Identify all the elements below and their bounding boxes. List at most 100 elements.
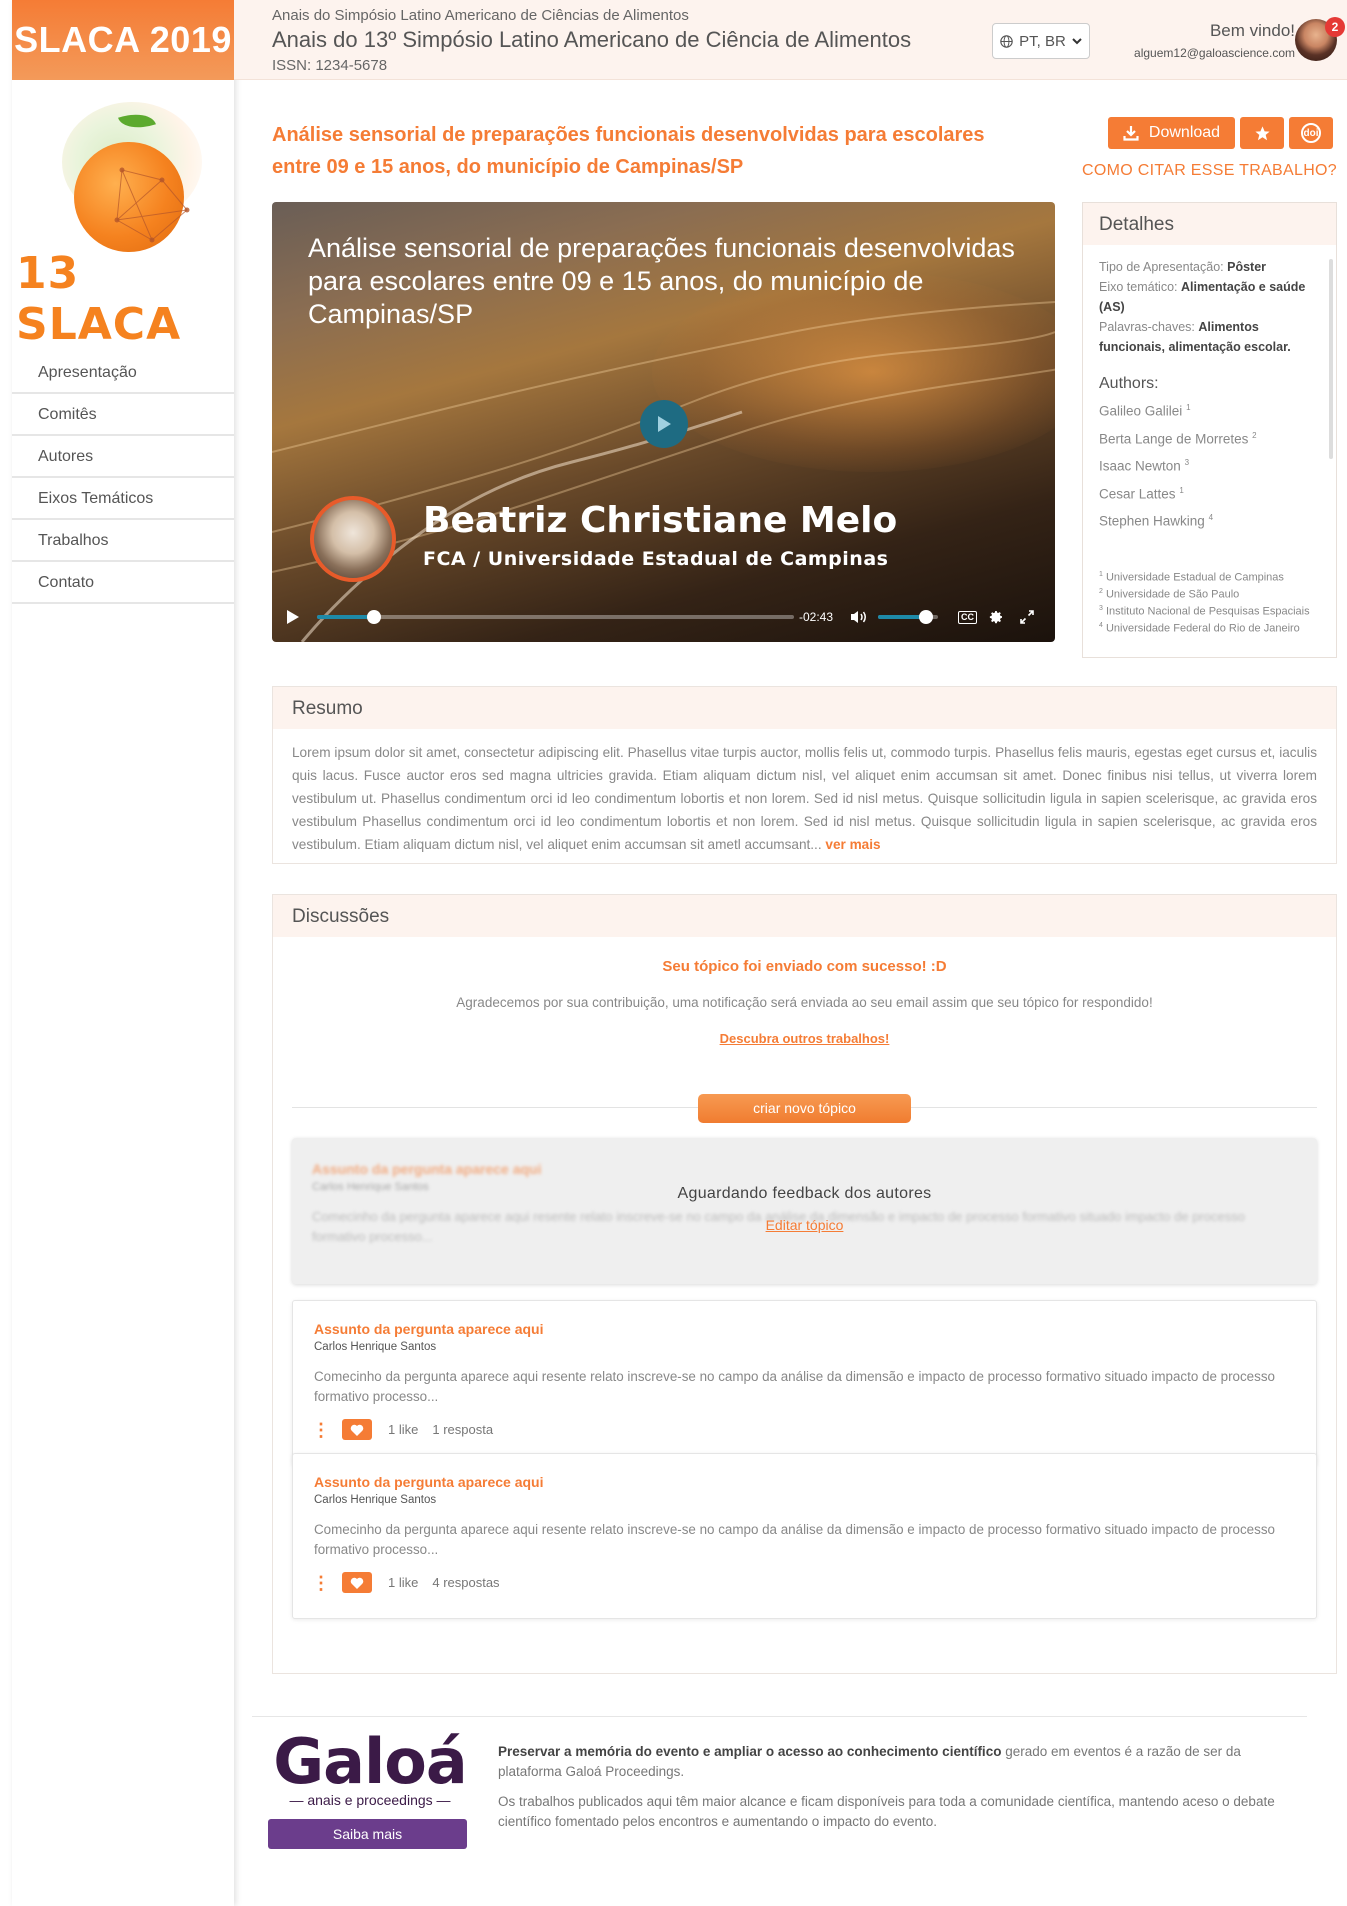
topic-author: Carlos Henrique Santos	[314, 1494, 437, 1506]
like-button[interactable]	[342, 1419, 372, 1440]
cite-link[interactable]: COMO CITAR ESSE TRABALHO?	[1082, 162, 1337, 180]
details-scrollbar[interactable]	[1329, 259, 1333, 459]
author-item[interactable]: Berta Lange de Morretes 2	[1099, 425, 1316, 450]
axis-label: Eixo temático:	[1099, 280, 1178, 294]
details-card: Detalhes Tipo de Apresentação: Pôster Ei…	[1082, 202, 1337, 658]
author-item[interactable]: Isaac Newton 3	[1099, 452, 1316, 477]
volume-slider[interactable]	[878, 610, 938, 624]
mute-button[interactable]	[850, 592, 868, 642]
welcome-greeting: Bem vindo!	[1209, 21, 1295, 40]
like-button[interactable]	[342, 1572, 372, 1593]
topic-title[interactable]: Assunto da pergunta aparece aqui	[314, 1474, 1296, 1490]
sidebar-item-eixos-tematicos[interactable]: Eixos Temáticos	[12, 478, 234, 520]
presenter-photo	[310, 496, 396, 582]
author-affiliation-ref: 2	[1252, 430, 1257, 440]
sidebar-nav: Apresentação Comitês Autores Eixos Temát…	[12, 352, 234, 604]
abstract-body: Lorem ipsum dolor sit amet, consectetur …	[292, 745, 1317, 852]
topic-title[interactable]: Assunto da pergunta aparece aqui	[314, 1321, 1296, 1337]
affiliation-item: 2 Universidade de São Paulo	[1099, 585, 1316, 602]
topic-excerpt: Comecinho da pergunta aparece aqui resen…	[314, 1369, 1275, 1404]
presenter-name: Beatriz Christiane Melo	[423, 500, 898, 541]
success-title: Seu tópico foi enviado com sucesso! :D	[662, 958, 947, 975]
progress-bar[interactable]	[317, 610, 794, 624]
topic-card[interactable]: Assunto da pergunta aparece aqui Carlos …	[292, 1300, 1317, 1466]
topic-card[interactable]: Assunto da pergunta aparece aqui Carlos …	[292, 1453, 1317, 1619]
progress-handle[interactable]	[367, 610, 382, 624]
settings-button[interactable]	[988, 592, 1004, 642]
favorite-button[interactable]	[1240, 117, 1284, 149]
brand-logo[interactable]: SLACA 2019	[12, 0, 234, 80]
author-item[interactable]: Galileo Galilei 1	[1099, 397, 1316, 422]
play-button[interactable]	[640, 400, 688, 448]
sidebar-item-apresentacao[interactable]: Apresentação	[12, 352, 234, 394]
issn-label: ISSN: 1234-5678	[272, 57, 388, 74]
event-logo[interactable]: 13 SLACA	[12, 80, 234, 350]
download-label: Download	[1148, 124, 1221, 141]
video-controls: -02:43 CC	[272, 592, 1055, 642]
progress-fill	[317, 615, 375, 619]
download-button[interactable]: Download	[1108, 117, 1235, 149]
download-icon	[1123, 126, 1139, 141]
more-options-icon[interactable]: ⋮	[312, 1421, 330, 1439]
author-name: Isaac Newton	[1099, 458, 1181, 474]
affiliation-name: Instituto Nacional de Pesquisas Espaciai…	[1105, 605, 1310, 618]
details-body: Tipo de Apresentação: Pôster Eixo temáti…	[1083, 245, 1336, 636]
abstract-heading: Resumo	[273, 687, 1336, 729]
learn-more-button[interactable]: Saiba mais	[268, 1819, 467, 1849]
time-remaining: -02:43	[799, 610, 834, 624]
notification-badge[interactable]: 2	[1325, 17, 1345, 37]
reply-count[interactable]: 4 respostas	[432, 1575, 499, 1590]
edit-topic-link[interactable]: Editar tópico	[292, 1217, 1317, 1233]
captions-button[interactable]: CC	[958, 592, 977, 642]
footer-paragraph: Preservar a memória do evento e ampliar …	[498, 1742, 1298, 1782]
footer-divider	[252, 1716, 1307, 1717]
author-item[interactable]: Cesar Lattes 1	[1099, 480, 1316, 505]
affiliation-number: 1	[1099, 570, 1103, 578]
galoa-logo[interactable]: Galoá — anais e proceedings —	[270, 1725, 470, 1809]
sidebar-item-contato[interactable]: Contato	[12, 562, 234, 604]
doi-button[interactable]: doi	[1289, 117, 1333, 149]
video-player[interactable]: Análise sensorial de preparações funcion…	[272, 202, 1055, 642]
heart-icon	[350, 1577, 364, 1589]
control-play-button[interactable]	[286, 592, 300, 642]
topic-meta: ⋮ 1 like 4 respostas	[312, 1572, 1296, 1593]
footer-highlight: Preservar a memória do evento e ampliar …	[498, 1744, 1002, 1759]
galoa-tagline-text: anais e proceedings	[307, 1792, 433, 1808]
author-name: Galileo Galilei	[1099, 403, 1183, 419]
sidebar-item-comites[interactable]: Comitês	[12, 394, 234, 436]
user-welcome[interactable]: Bem vindo! alguem12@galoascience.com	[1134, 21, 1295, 60]
sidebar-item-trabalhos[interactable]: Trabalhos	[12, 520, 234, 562]
abstract-card: Resumo Lorem ipsum dolor sit amet, conse…	[272, 686, 1337, 864]
read-more-link[interactable]: ver mais	[825, 837, 880, 852]
discussions-heading: Discussões	[273, 895, 1336, 937]
doi-icon: doi	[1301, 123, 1321, 143]
article-actions: Download doi	[1108, 117, 1333, 149]
footer-text: Preservar a memória do evento e ampliar …	[498, 1742, 1298, 1832]
author-item[interactable]: Stephen Hawking 4	[1099, 507, 1316, 532]
language-value: PT, BR	[1019, 32, 1066, 50]
affiliation-number: 2	[1099, 587, 1103, 595]
author-name: Berta Lange de Morretes	[1099, 431, 1249, 446]
author-affiliation-ref: 3	[1184, 458, 1190, 467]
authors-title: Authors:	[1099, 375, 1159, 392]
chevron-down-icon	[1072, 37, 1082, 44]
discover-link[interactable]: Descubra outros trabalhos!	[273, 1031, 1336, 1046]
author-name: Stephen Hawking	[1099, 513, 1205, 529]
presenter-institution: FCA / Universidade Estadual de Campinas	[423, 548, 889, 570]
language-selector[interactable]: PT, BR	[992, 23, 1090, 59]
play-icon	[287, 610, 299, 624]
volume-handle[interactable]	[919, 610, 933, 624]
galoa-wordmark: Galoá	[273, 1725, 467, 1798]
captions-label: CC	[961, 611, 974, 622]
new-topic-button[interactable]: criar novo tópico	[698, 1094, 911, 1123]
play-icon	[658, 416, 671, 432]
star-icon	[1254, 125, 1270, 140]
sidebar-item-autores[interactable]: Autores	[12, 436, 234, 478]
doi-label: doi	[1303, 127, 1319, 139]
fullscreen-button[interactable]	[1020, 592, 1034, 642]
more-options-icon[interactable]: ⋮	[312, 1574, 330, 1592]
keywords-label: Palavras-chaves:	[1099, 320, 1195, 334]
galoa-tagline: — anais e proceedings —	[289, 1792, 451, 1808]
type-label: Tipo de Apresentação:	[1099, 260, 1224, 274]
reply-count[interactable]: 1 resposta	[432, 1422, 493, 1437]
